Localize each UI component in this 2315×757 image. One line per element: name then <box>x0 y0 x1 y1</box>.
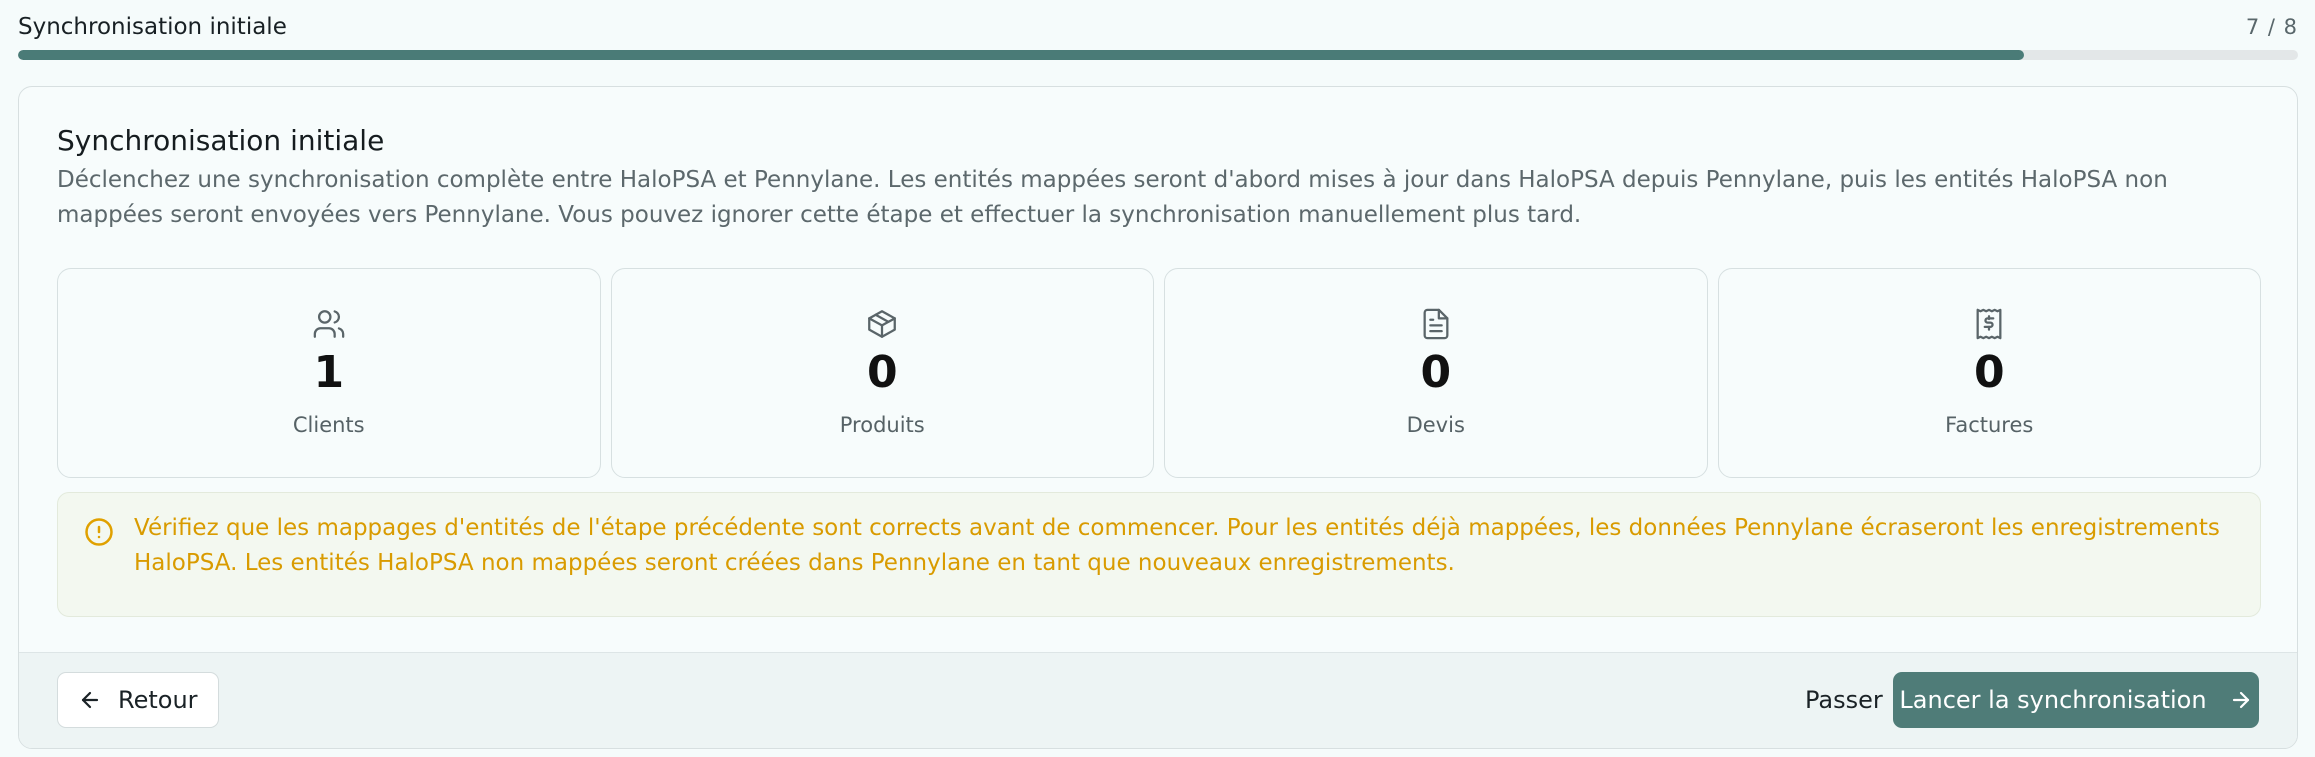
skip-button[interactable]: Passer <box>1787 672 1901 728</box>
card-title: Synchronisation initiale <box>57 124 385 157</box>
skip-button-label: Passer <box>1805 686 1883 714</box>
stat-label: Devis <box>1406 413 1465 437</box>
package-icon <box>865 307 899 341</box>
back-button[interactable]: Retour <box>57 672 219 728</box>
progress-bar-fill <box>18 50 2025 60</box>
wizard-header: Synchronisation initiale 7 / 8 <box>18 12 2298 42</box>
stat-value: 1 <box>313 347 345 398</box>
stat-card-invoices: 0 Factures <box>1717 268 2261 478</box>
card-footer: Retour Passer Lancer la synchronisation <box>19 652 2297 748</box>
alert-circle-icon <box>84 517 114 547</box>
launch-sync-button[interactable]: Lancer la synchronisation <box>1893 672 2259 728</box>
stats-grid: 1 Clients 0 Produits 0 Devis 0 Factures <box>57 268 2261 478</box>
stat-label: Factures <box>1945 413 2034 437</box>
stat-value: 0 <box>866 347 898 398</box>
stat-value: 0 <box>1973 347 2005 398</box>
stat-card-clients: 1 Clients <box>57 268 601 478</box>
launch-sync-button-label: Lancer la synchronisation <box>1899 686 2207 714</box>
progress-bar <box>18 50 2298 60</box>
step-counter: 7 / 8 <box>2245 15 2298 39</box>
warning-alert: Vérifiez que les mappages d'entités de l… <box>57 492 2261 617</box>
wizard-title: Synchronisation initiale <box>18 14 287 40</box>
stat-card-quotes: 0 Devis <box>1164 268 1708 478</box>
warning-text: Vérifiez que les mappages d'entités de l… <box>134 515 2220 576</box>
users-icon <box>312 307 346 341</box>
arrow-right-icon <box>2232 691 2249 709</box>
receipt-icon <box>1972 307 2006 341</box>
back-button-label: Retour <box>118 686 198 714</box>
stat-label: Clients <box>292 413 365 437</box>
sync-card: Synchronisation initiale Déclenchez une … <box>18 86 2298 749</box>
stat-label: Produits <box>839 413 925 437</box>
card-description: Déclenchez une synchronisation complète … <box>57 167 2168 228</box>
stat-card-products: 0 Produits <box>610 268 1154 478</box>
arrow-left-icon <box>81 691 99 709</box>
file-text-icon <box>1419 307 1453 341</box>
stat-value: 0 <box>1420 347 1452 398</box>
